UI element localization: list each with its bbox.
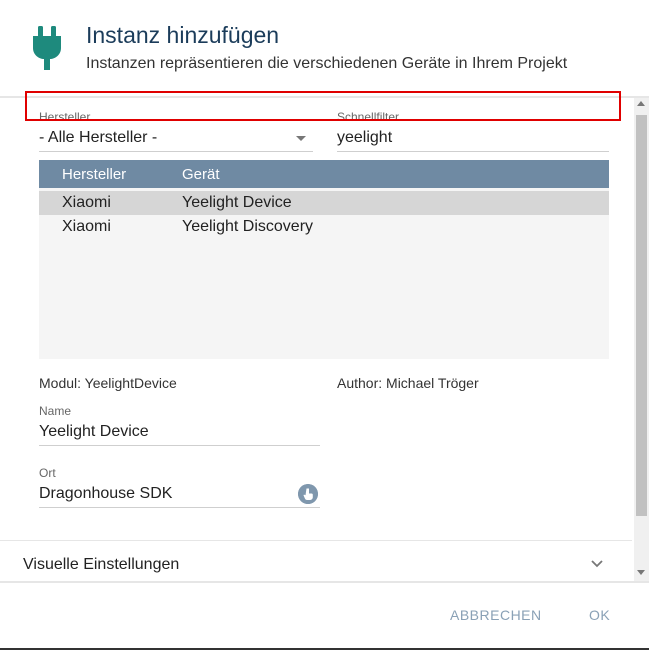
manufacturer-select-underline <box>39 151 313 152</box>
visual-settings-section[interactable]: Visuelle Einstellungen <box>0 540 632 581</box>
scroll-up-icon[interactable] <box>637 101 645 106</box>
visual-settings-title: Visuelle Einstellungen <box>23 556 180 573</box>
scrollbar[interactable] <box>634 98 649 581</box>
selection-highlight <box>25 91 621 121</box>
manufacturer-select[interactable]: - Alle Hersteller - <box>39 129 157 147</box>
quickfilter-underline <box>337 151 609 152</box>
name-label: Name <box>39 404 72 418</box>
chevron-down-icon[interactable] <box>588 555 606 573</box>
table-cell-device: Yeelight Discovery <box>182 218 314 235</box>
name-input-underline <box>39 445 320 446</box>
chevron-down-icon[interactable] <box>296 136 306 141</box>
table-cell-manufacturer: Xiaomi <box>62 194 111 211</box>
dialog-title: Instanz hinzufügen <box>86 22 280 48</box>
column-header-device[interactable]: Gerät <box>182 166 220 183</box>
quickfilter-input[interactable]: yeelight <box>337 129 392 147</box>
cancel-button[interactable]: ABBRECHEN <box>450 607 542 623</box>
name-input[interactable]: Yeelight Device <box>39 423 149 441</box>
location-label: Ort <box>39 466 56 480</box>
author-info: Author: Michael Tröger <box>337 375 479 391</box>
location-input[interactable]: Dragonhouse SDK <box>39 485 172 503</box>
table-cell-device: Yeelight Device <box>182 194 292 211</box>
scroll-down-icon[interactable] <box>637 570 645 575</box>
plug-icon <box>33 26 61 70</box>
scrollbar-thumb[interactable] <box>636 115 647 516</box>
column-header-manufacturer[interactable]: Hersteller <box>62 166 126 183</box>
ok-button[interactable]: OK <box>589 607 610 623</box>
table-header: Hersteller Gerät <box>39 160 609 188</box>
dialog-subtitle: Instanzen repräsentieren die verschieden… <box>86 55 568 72</box>
dialog-header: Instanz hinzufügen Instanzen repräsentie… <box>0 0 649 98</box>
table-row[interactable]: Xiaomi Yeelight Device <box>39 191 609 215</box>
table-cell-manufacturer: Xiaomi <box>62 218 111 235</box>
add-instance-dialog: Instanz hinzufügen Instanzen repräsentie… <box>0 0 649 650</box>
location-picker-icon[interactable] <box>298 484 318 504</box>
dialog-footer: ABBRECHEN OK <box>0 581 649 650</box>
device-table: Hersteller Gerät Xiaomi Yeelight Device … <box>39 160 609 359</box>
table-row[interactable]: Xiaomi Yeelight Discovery <box>39 215 609 239</box>
dialog-content: Hersteller - Alle Hersteller - Schnellfi… <box>0 98 632 581</box>
module-info: Modul: YeelightDevice <box>39 375 177 391</box>
location-input-underline <box>39 507 320 508</box>
